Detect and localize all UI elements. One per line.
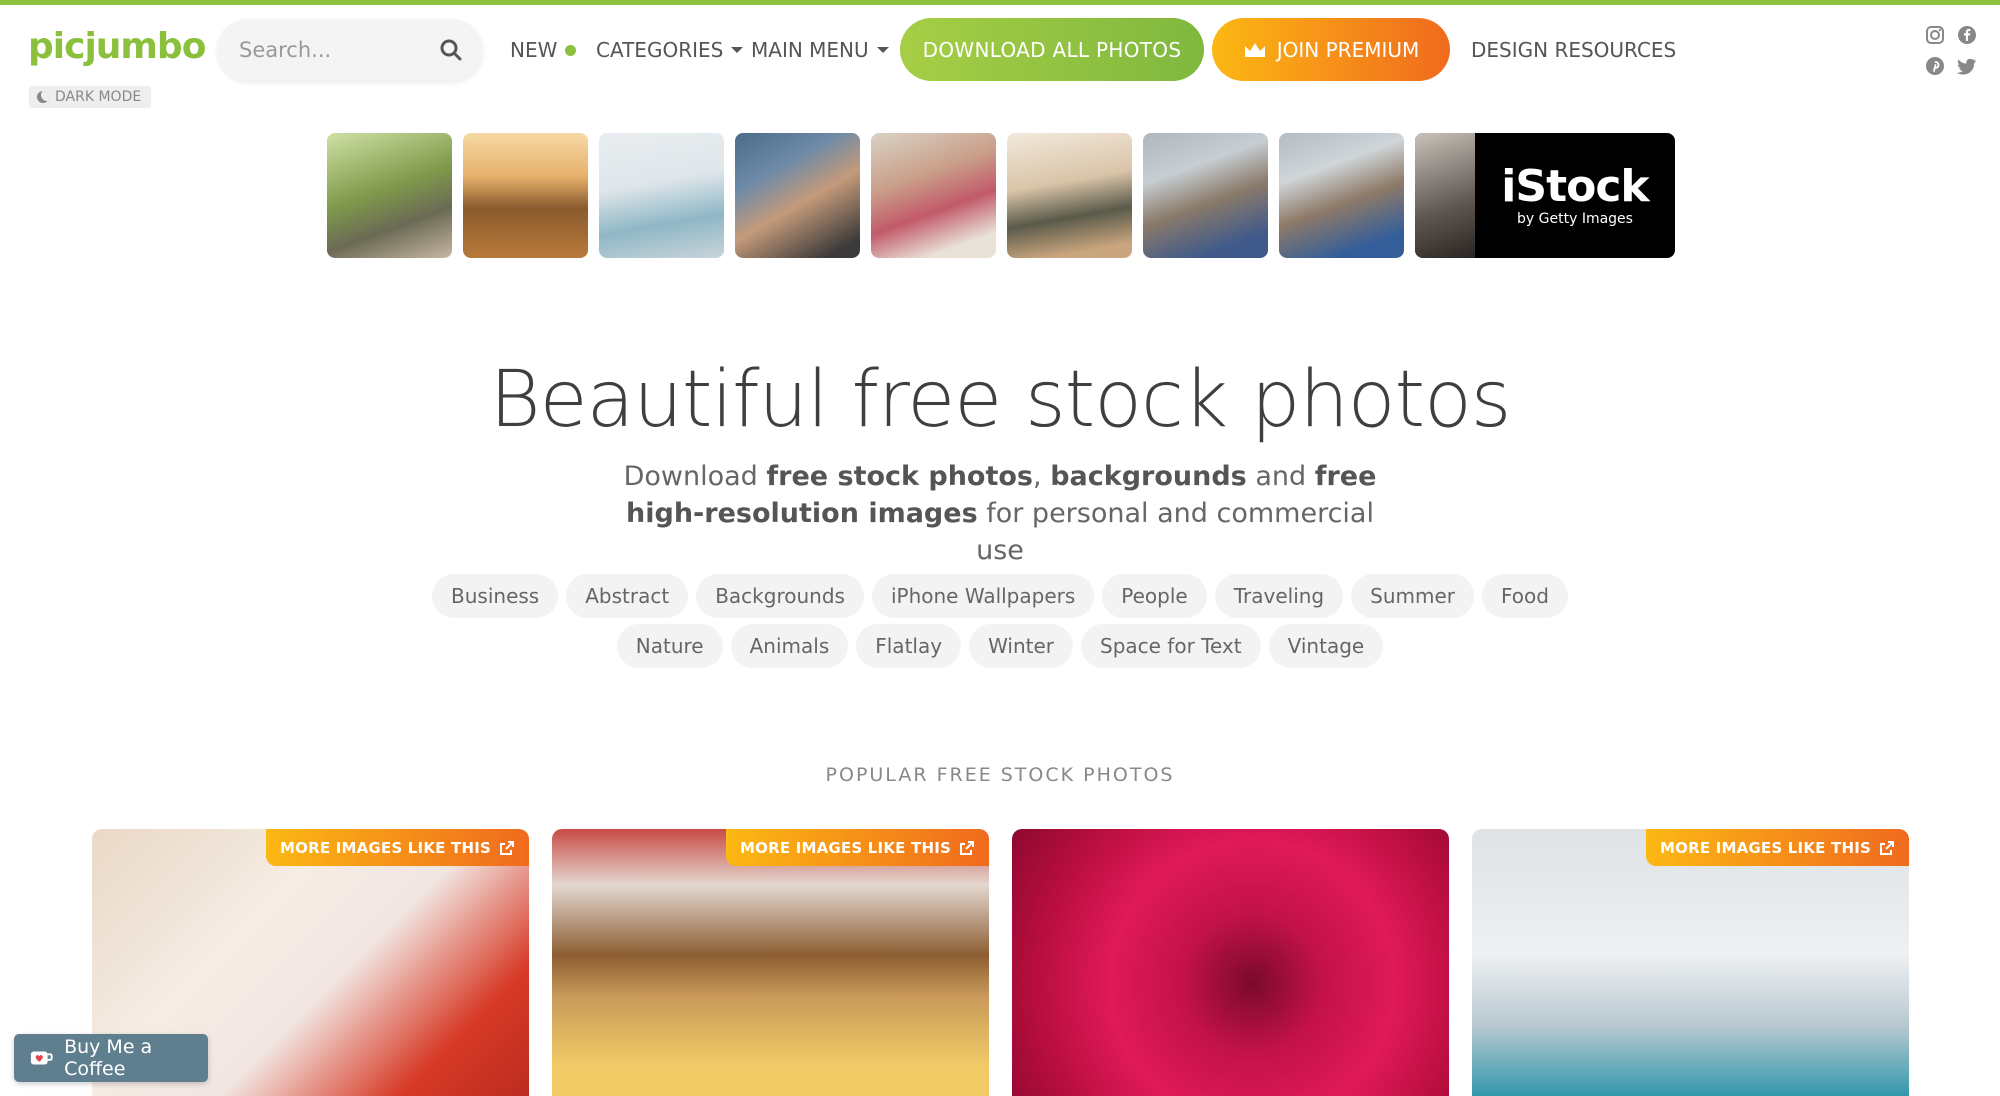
facebook-icon[interactable] bbox=[1957, 25, 1977, 45]
ad-thumbnail[interactable] bbox=[1007, 133, 1132, 258]
tag-winter[interactable]: Winter bbox=[969, 624, 1073, 668]
ad-thumbnail[interactable] bbox=[871, 133, 996, 258]
tag-iphone-wallpapers[interactable]: iPhone Wallpapers bbox=[871, 574, 1095, 618]
more-images-label: MORE IMAGES LIKE THIS bbox=[1660, 838, 1871, 857]
external-link-icon bbox=[960, 840, 974, 855]
nav-categories-label: CATEGORIES bbox=[596, 38, 724, 62]
more-images-label: MORE IMAGES LIKE THIS bbox=[280, 838, 491, 857]
join-premium-button[interactable]: JOIN PREMIUM bbox=[1212, 18, 1450, 81]
nav-main-menu[interactable]: MAIN MENU bbox=[751, 36, 889, 64]
hero-subtitle-text: , bbox=[1033, 461, 1051, 492]
ad-thumbnail[interactable] bbox=[735, 133, 860, 258]
ad-thumbnail[interactable] bbox=[1143, 133, 1268, 258]
istock-ad[interactable]: iStock by Getty Images bbox=[1415, 133, 1675, 258]
tag-space-for-text[interactable]: Space for Text bbox=[1081, 624, 1261, 668]
tag-people[interactable]: People bbox=[1102, 574, 1207, 618]
top-accent-bar bbox=[0, 0, 2000, 5]
hero-subtitle-bold: free stock photos bbox=[766, 461, 1034, 492]
nav-new[interactable]: NEW bbox=[510, 36, 577, 64]
tag-backgrounds[interactable]: Backgrounds bbox=[696, 574, 864, 618]
crown-icon bbox=[1244, 42, 1265, 57]
pinterest-icon[interactable] bbox=[1925, 56, 1945, 76]
search-box bbox=[217, 19, 483, 81]
more-images-button[interactable]: MORE IMAGES LIKE THIS bbox=[726, 829, 989, 866]
tag-food[interactable]: Food bbox=[1482, 574, 1568, 618]
instagram-icon[interactable] bbox=[1925, 25, 1945, 45]
coffee-label: Buy Me a Coffee bbox=[64, 1036, 153, 1080]
photo-card[interactable] bbox=[1012, 829, 1449, 1096]
external-link-icon bbox=[500, 840, 514, 855]
caret-down-icon bbox=[876, 47, 889, 53]
hero-subtitle: Download free stock photos, backgrounds … bbox=[600, 458, 1400, 569]
istock-logo-word: iStock bbox=[1501, 160, 1649, 212]
tag-abstract[interactable]: Abstract bbox=[566, 574, 689, 618]
ad-thumbnail-strip bbox=[327, 133, 1404, 258]
caret-down-icon bbox=[731, 47, 744, 53]
site-logo[interactable]: picjumbo bbox=[28, 26, 206, 67]
twitter-icon[interactable] bbox=[1957, 56, 1977, 76]
tag-nature[interactable]: Nature bbox=[616, 624, 723, 668]
tag-list-row-1: Business Abstract Backgrounds iPhone Wal… bbox=[0, 574, 2000, 618]
new-dot-icon bbox=[565, 44, 577, 56]
download-all-photos-button[interactable]: DOWNLOAD ALL PHOTOS bbox=[900, 18, 1204, 81]
tag-list-row-2: Nature Animals Flatlay Winter Space for … bbox=[0, 624, 2000, 668]
tag-business[interactable]: Business bbox=[432, 574, 559, 618]
ad-thumbnail[interactable] bbox=[463, 133, 588, 258]
moon-icon bbox=[37, 91, 49, 103]
coffee-cup-icon bbox=[30, 1051, 53, 1065]
nav-design-resources[interactable]: DESIGN RESOURCES bbox=[1471, 36, 1676, 64]
ad-thumbnail[interactable] bbox=[327, 133, 452, 258]
hero-subtitle-bold: backgrounds bbox=[1050, 461, 1247, 492]
more-images-label: MORE IMAGES LIKE THIS bbox=[740, 838, 951, 857]
istock-logo-sub: by Getty Images bbox=[1517, 210, 1633, 227]
istock-logo: iStock by Getty Images bbox=[1475, 133, 1675, 258]
dark-mode-toggle[interactable]: DARK MODE bbox=[29, 86, 152, 108]
download-all-label: DOWNLOAD ALL PHOTOS bbox=[922, 37, 1182, 62]
ad-thumbnail bbox=[1415, 133, 1475, 258]
photo-card[interactable]: MORE IMAGES LIKE THIS bbox=[552, 829, 989, 1096]
tag-traveling[interactable]: Traveling bbox=[1214, 574, 1344, 618]
ad-thumbnail[interactable] bbox=[1279, 133, 1404, 258]
hero-subtitle-text: for personal and commercial use bbox=[976, 498, 1374, 566]
tag-flatlay[interactable]: Flatlay bbox=[856, 624, 962, 668]
nav-main-menu-label: MAIN MENU bbox=[751, 38, 869, 62]
more-images-button[interactable]: MORE IMAGES LIKE THIS bbox=[1646, 829, 1909, 866]
tag-vintage[interactable]: Vintage bbox=[1268, 624, 1384, 668]
ad-thumbnail[interactable] bbox=[599, 133, 724, 258]
tag-summer[interactable]: Summer bbox=[1351, 574, 1474, 618]
external-link-icon bbox=[1880, 840, 1894, 855]
nav-new-label: NEW bbox=[510, 38, 558, 62]
buy-me-a-coffee-button[interactable]: Buy Me a Coffee bbox=[14, 1034, 208, 1082]
photo-card[interactable]: MORE IMAGES LIKE THIS bbox=[1472, 829, 1909, 1096]
hero-subtitle-text: and bbox=[1246, 461, 1315, 492]
join-premium-label: JOIN PREMIUM bbox=[1276, 37, 1420, 62]
dark-mode-label: DARK MODE bbox=[55, 89, 142, 105]
search-input[interactable] bbox=[239, 19, 429, 81]
hero-subtitle-text: Download bbox=[623, 461, 767, 492]
popular-heading: POPULAR FREE STOCK PHOTOS bbox=[825, 764, 1175, 786]
design-resources-label: DESIGN RESOURCES bbox=[1471, 38, 1677, 62]
tag-animals[interactable]: Animals bbox=[730, 624, 849, 668]
search-icon[interactable] bbox=[439, 38, 463, 62]
nav-categories[interactable]: CATEGORIES bbox=[596, 36, 744, 64]
more-images-button[interactable]: MORE IMAGES LIKE THIS bbox=[266, 829, 529, 866]
hero-title: Beautiful free stock photos bbox=[489, 355, 1512, 445]
